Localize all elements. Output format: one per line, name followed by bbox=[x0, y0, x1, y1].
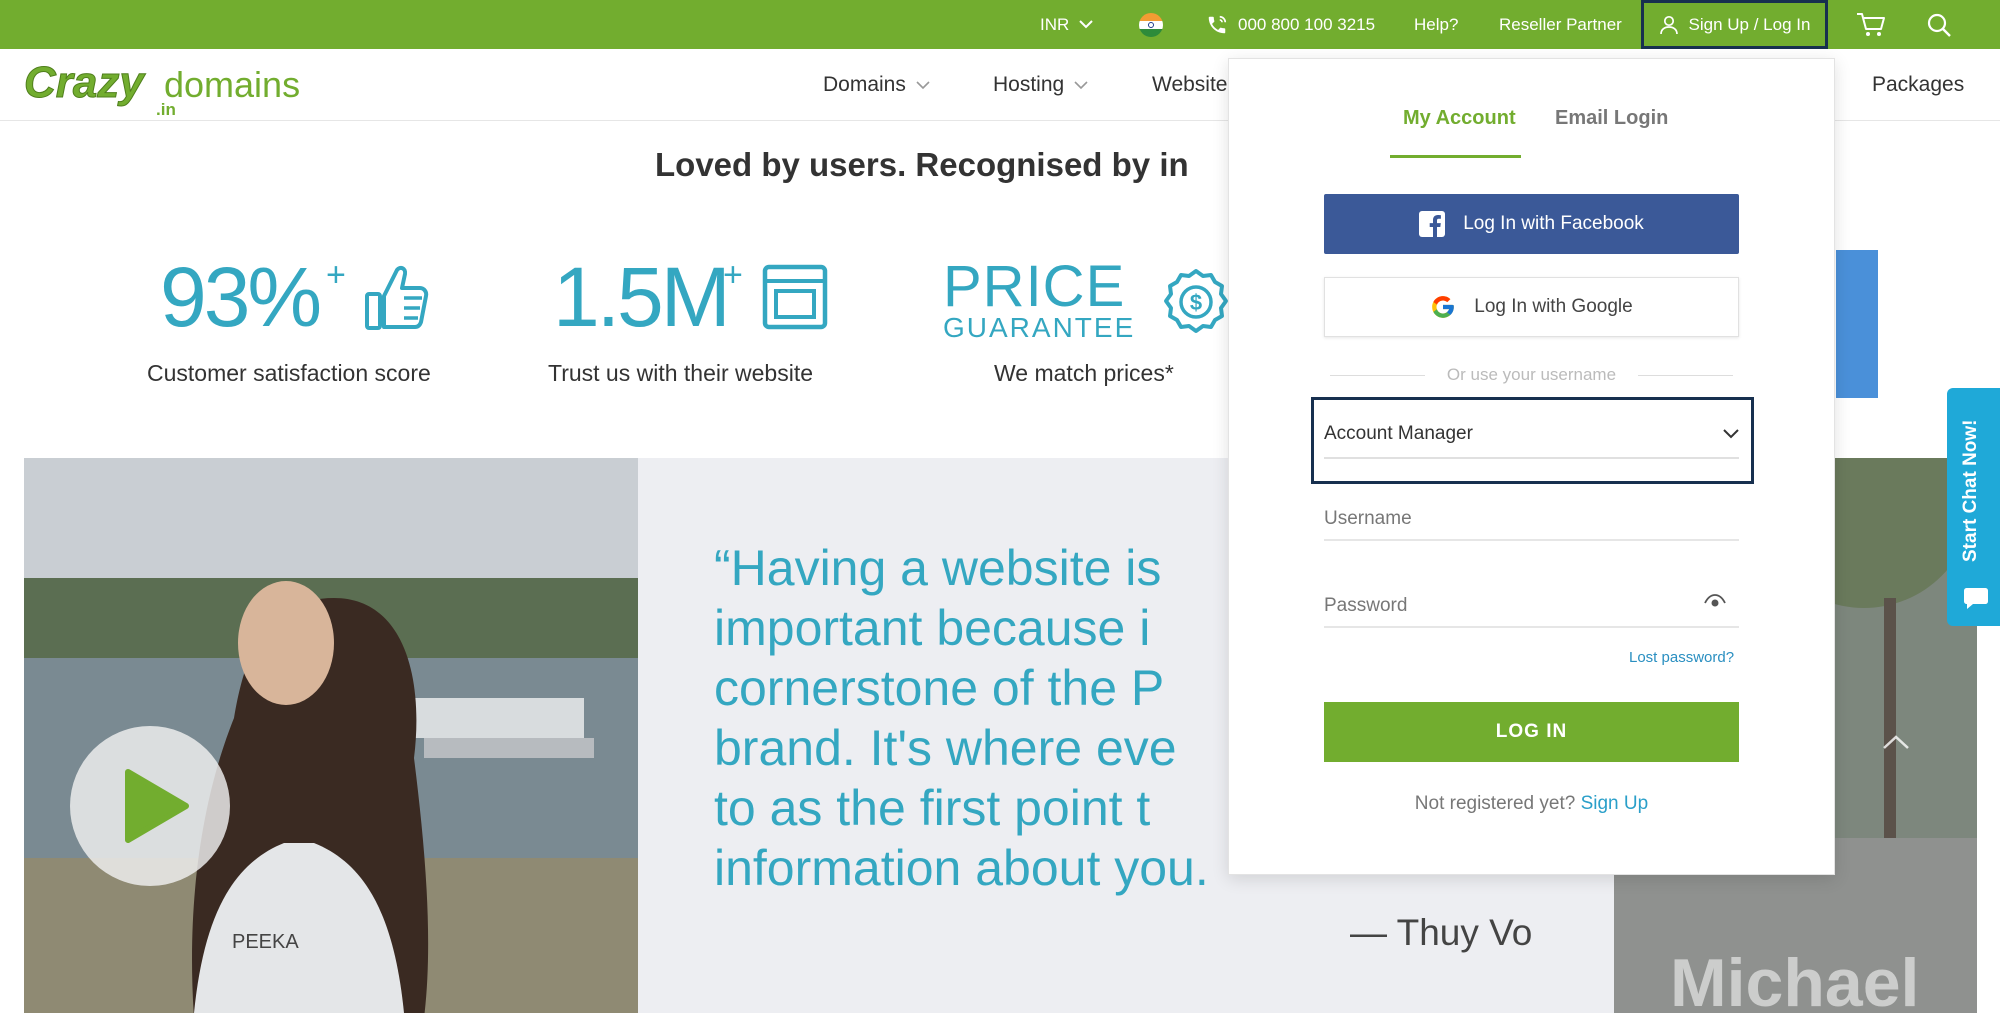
phone-icon bbox=[1208, 15, 1227, 33]
facebook-login-label: Log In with Facebook bbox=[1463, 213, 1644, 234]
testimonial-video[interactable]: PEEKA bbox=[24, 458, 638, 1013]
google-icon bbox=[1432, 296, 1455, 318]
divider-label: Or use your username bbox=[1446, 365, 1617, 384]
login-dropdown: My Account Email Login Log In with Faceb… bbox=[1228, 58, 1835, 875]
user-icon bbox=[1659, 15, 1678, 34]
nav-website[interactable]: Website bbox=[1152, 49, 1227, 121]
tab-email-login[interactable]: Email Login bbox=[1555, 107, 1668, 130]
facebook-icon bbox=[1419, 211, 1446, 237]
stat-satisfaction: 93% bbox=[160, 255, 322, 339]
scroll-up-chevron-icon[interactable] bbox=[1882, 734, 1910, 750]
show-password-icon[interactable] bbox=[1704, 592, 1726, 610]
svg-text:Crazy: Crazy bbox=[24, 58, 146, 107]
stat-satisfaction-plus: + bbox=[326, 256, 346, 294]
nav-domains-label: Domains bbox=[823, 73, 906, 96]
sign-up-log-in-button[interactable]: Sign Up / Log In bbox=[1641, 0, 1828, 49]
active-tab-indicator bbox=[1390, 155, 1521, 158]
log-in-button[interactable]: LOG IN bbox=[1324, 702, 1739, 762]
username-input[interactable] bbox=[1324, 499, 1739, 541]
tab-my-account[interactable]: My Account bbox=[1403, 107, 1516, 130]
play-icon bbox=[125, 769, 189, 843]
search-icon[interactable] bbox=[1926, 0, 1952, 49]
reseller-partner-link[interactable]: Reseller Partner bbox=[1499, 0, 1622, 49]
facebook-login-button[interactable]: Log In with Facebook bbox=[1324, 194, 1739, 254]
dollar-badge-icon: $ bbox=[1164, 269, 1228, 333]
google-login-label: Log In with Google bbox=[1474, 296, 1633, 317]
play-button[interactable] bbox=[70, 726, 230, 886]
shirt-text: PEEKA bbox=[232, 931, 299, 953]
crazy-domains-logo[interactable]: Crazy domains .in bbox=[24, 57, 314, 120]
price-guarantee-subtitle: GUARANTEE bbox=[943, 312, 1136, 343]
nav-hosting-label: Hosting bbox=[993, 73, 1065, 96]
or-divider: Or use your username bbox=[1324, 363, 1739, 387]
top-utility-bar: INR 000 800 100 3215 Help? Reseller Part… bbox=[0, 0, 2000, 49]
currency-label: INR bbox=[1040, 14, 1070, 34]
svg-text:.in: .in bbox=[156, 100, 176, 119]
nav-packages[interactable]: Packages bbox=[1872, 49, 1964, 121]
stat-satisfaction-value: 93% bbox=[160, 250, 322, 344]
nav-website-label: Website bbox=[1152, 73, 1228, 96]
reseller-label: Reseller Partner bbox=[1499, 14, 1622, 34]
next-testimonial-name: Michael bbox=[1670, 945, 1920, 1013]
chevron-down-icon bbox=[1079, 20, 1093, 29]
phone-number: 000 800 100 3215 bbox=[1238, 14, 1376, 34]
stat-websites-value: 1.5M bbox=[553, 250, 731, 344]
account-type-select[interactable]: Account Manager bbox=[1324, 411, 1739, 459]
stat-websites-caption: Trust us with their website bbox=[548, 360, 814, 386]
currency-selector[interactable]: INR bbox=[1040, 0, 1093, 49]
chevron-down-icon bbox=[1723, 429, 1739, 439]
price-guarantee-title: PRICE bbox=[943, 254, 1126, 319]
stats-heading: Loved by users. Recognised by in bbox=[655, 146, 1189, 183]
svg-text:domains: domains bbox=[164, 64, 300, 105]
start-chat-label: Start Chat Now! bbox=[1960, 419, 1981, 563]
chat-bubble-icon bbox=[1964, 588, 1988, 609]
stat-websites-plus: + bbox=[723, 256, 743, 294]
lost-password-link[interactable]: Lost password? bbox=[1629, 649, 1734, 666]
chevron-down-icon bbox=[916, 80, 930, 89]
not-registered-text: Not registered yet? Sign Up bbox=[1324, 793, 1739, 815]
sign-up-link[interactable]: Sign Up bbox=[1581, 793, 1649, 814]
help-label: Help? bbox=[1414, 14, 1459, 34]
account-type-value: Account Manager bbox=[1324, 423, 1473, 444]
browser-window-icon bbox=[762, 264, 828, 330]
price-guarantee-caption: We match prices* bbox=[994, 360, 1174, 386]
phone-link[interactable]: 000 800 100 3215 bbox=[1206, 0, 1375, 49]
stat-websites: 1.5M bbox=[553, 255, 731, 339]
sign-in-label: Sign Up / Log In bbox=[1688, 14, 1811, 34]
nav-hosting[interactable]: Hosting bbox=[993, 49, 1088, 121]
nav-domains[interactable]: Domains bbox=[823, 49, 930, 121]
password-input[interactable] bbox=[1324, 586, 1739, 628]
start-chat-tab[interactable]: Start Chat Now! bbox=[1947, 388, 2000, 626]
divider-line bbox=[1329, 374, 1425, 376]
thumbs-up-icon bbox=[365, 265, 429, 330]
testimonial-author: — Thuy Vo bbox=[1350, 912, 1533, 953]
svg-text:$: $ bbox=[1190, 290, 1202, 315]
chevron-down-icon bbox=[1074, 80, 1088, 89]
india-flag-icon[interactable] bbox=[1138, 0, 1164, 49]
not-registered-label: Not registered yet? bbox=[1414, 793, 1576, 814]
background-blue-panel bbox=[1836, 250, 1878, 398]
cart-icon[interactable] bbox=[1856, 0, 1886, 49]
nav-packages-label: Packages bbox=[1872, 73, 1965, 96]
help-link[interactable]: Help? bbox=[1414, 0, 1458, 49]
google-login-button[interactable]: Log In with Google bbox=[1324, 277, 1739, 337]
stat-satisfaction-caption: Customer satisfaction score bbox=[147, 360, 431, 386]
divider-line bbox=[1638, 374, 1734, 376]
